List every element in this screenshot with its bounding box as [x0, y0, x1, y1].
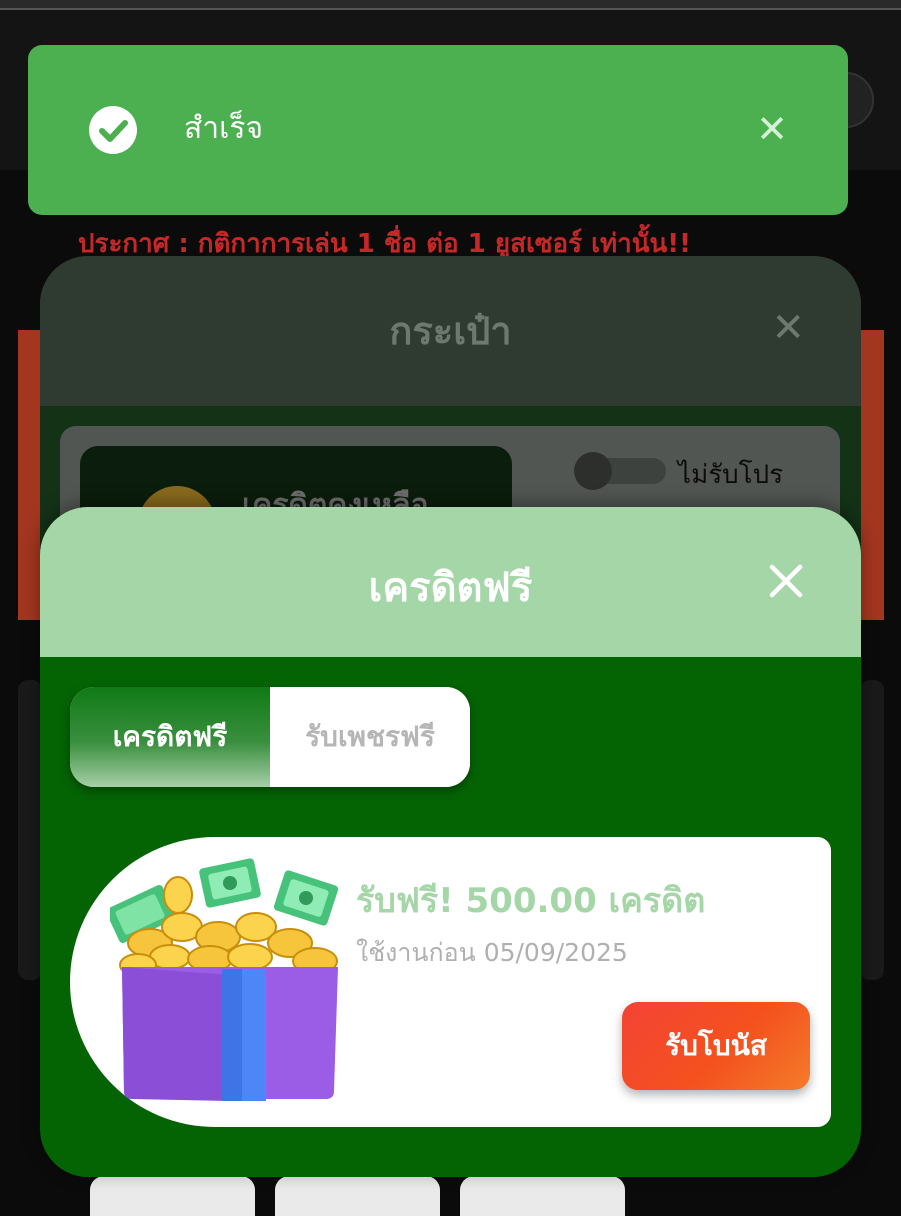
toast-close-button[interactable]: ✕ [754, 107, 790, 151]
wallet-modal-header: กระเป๋า ✕ [40, 256, 861, 406]
bonus-card: รับฟรี! 500.00 เครดิต ใช้งานก่อน 05/09/2… [70, 837, 831, 1127]
game-thumbnail[interactable] [460, 1176, 625, 1216]
toggle-knob [574, 452, 612, 490]
wallet-modal-title: กระเป๋า [389, 309, 512, 353]
banner-edge-left [18, 330, 42, 620]
success-toast: สำเร็จ ✕ [28, 45, 848, 215]
top-status-bar [0, 0, 901, 10]
tab-bar: เครดิตฟรี รับเพชรฟรี [70, 687, 470, 787]
free-credit-modal: เครดิตฟรี เครดิตฟรี รับเพชรฟรี รับฟรี! 5… [40, 507, 861, 1177]
card-edge-right [860, 680, 884, 980]
no-promo-toggle[interactable] [574, 452, 666, 490]
game-thumbnail[interactable] [275, 1176, 440, 1216]
banner-edge-right [860, 330, 884, 620]
close-icon[interactable] [764, 559, 808, 603]
gift-box-icon [110, 858, 339, 1101]
check-circle-icon [89, 106, 137, 154]
wallet-close-button[interactable]: ✕ [771, 308, 805, 348]
game-thumbnail[interactable] [90, 1176, 255, 1216]
claim-bonus-button[interactable]: รับโบนัส [622, 1002, 810, 1090]
tab-free-diamond[interactable]: รับเพชรฟรี [270, 687, 470, 787]
free-credit-modal-header: เครดิตฟรี [40, 507, 861, 657]
bonus-expiry: ใช้งานก่อน 05/09/2025 [356, 938, 628, 967]
card-edge-left [18, 680, 42, 980]
tab-free-credit[interactable]: เครดิตฟรี [70, 687, 270, 787]
bonus-title: รับฟรี! 500.00 เครดิต [356, 881, 706, 921]
free-credit-modal-title: เครดิตฟรี [368, 565, 533, 611]
no-promo-label: ไม่รับโปร [678, 460, 784, 490]
toast-message: สำเร็จ [184, 111, 264, 146]
